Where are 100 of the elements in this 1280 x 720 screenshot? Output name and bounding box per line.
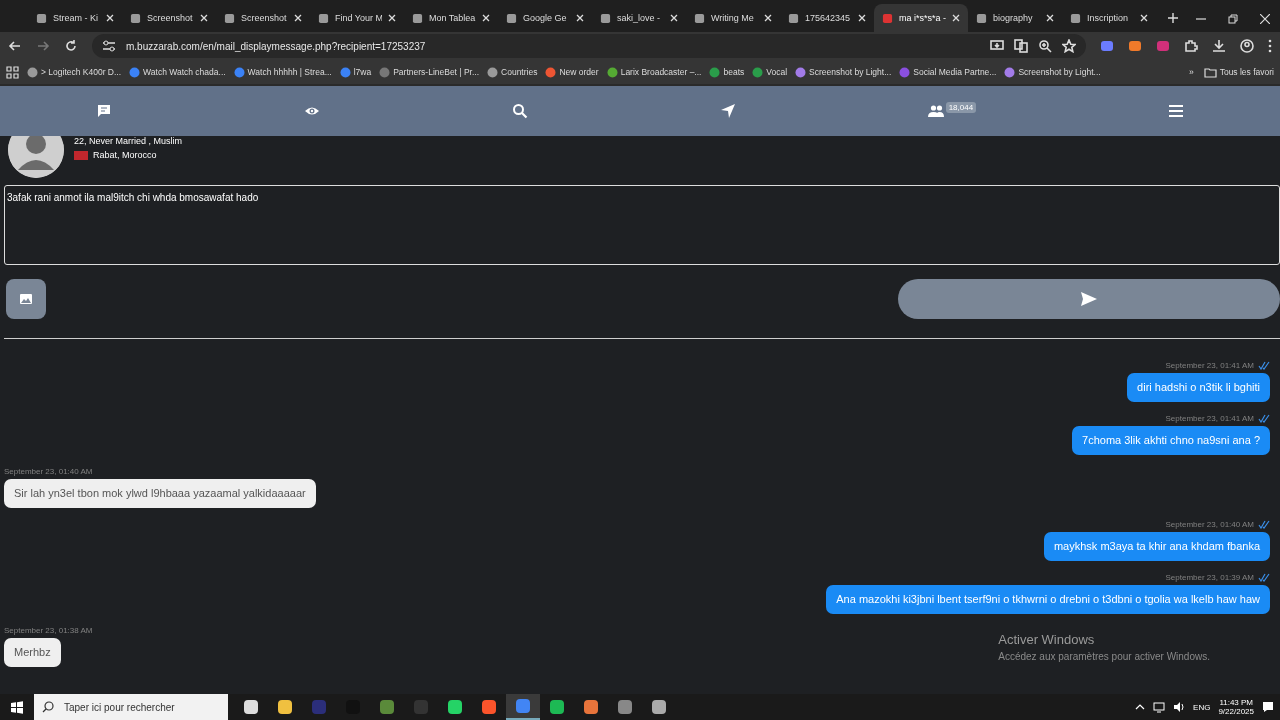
app-icon — [651, 699, 667, 715]
bookmark[interactable]: Vocal — [752, 66, 788, 78]
bookmark[interactable]: beats — [709, 66, 745, 78]
browser-tab[interactable]: Writing Me — [686, 4, 780, 32]
clock-date[interactable]: 9/22/2025 — [1218, 707, 1254, 716]
zoom-icon[interactable] — [1038, 39, 1052, 53]
close-icon[interactable] — [576, 14, 584, 22]
browser-tab[interactable]: Mon Tablea — [404, 4, 498, 32]
language-indicator[interactable]: ENG — [1193, 702, 1211, 712]
clock-time[interactable]: 11:43 PM — [1219, 698, 1254, 707]
close-icon[interactable] — [670, 14, 678, 22]
volume-icon[interactable] — [1173, 701, 1186, 713]
address-bar[interactable]: m.buzzarab.com/en/mail_displaymessage.php?recipient=17253237 — [92, 34, 1086, 58]
translate-icon[interactable] — [1014, 39, 1028, 53]
close-icon[interactable] — [1260, 14, 1270, 24]
search-icon[interactable] — [511, 103, 528, 119]
bookmark[interactable]: Screenshot by Light... — [1004, 66, 1101, 78]
avatar-silhouette — [8, 136, 64, 178]
install-icon[interactable] — [990, 39, 1004, 53]
close-icon[interactable] — [200, 14, 208, 22]
browser-tab[interactable]: Stream - Ki — [28, 4, 122, 32]
profile-icon[interactable] — [1240, 39, 1254, 53]
forward-icon[interactable] — [36, 39, 50, 53]
bookmark[interactable]: l7wa — [339, 66, 372, 78]
browser-tab[interactable]: Screenshot — [216, 4, 310, 32]
puzzle-icon[interactable] — [1184, 39, 1198, 53]
bookmark[interactable]: Screenshot by Light... — [795, 66, 892, 78]
bookmark[interactable]: Watch Watch chada... — [129, 66, 226, 78]
browser-tab[interactable]: saki_love - — [592, 4, 686, 32]
notification-icon[interactable] — [1262, 701, 1274, 713]
close-icon[interactable] — [106, 14, 114, 22]
site-icon — [129, 66, 141, 78]
site-icon — [36, 12, 47, 24]
apps-grid-icon[interactable] — [6, 65, 19, 79]
search-box[interactable]: Taper ici pour rechercher — [34, 694, 228, 720]
bookmark[interactable]: Partners-LineBet | Pr... — [379, 66, 480, 78]
bookmark[interactable]: Countries — [487, 66, 538, 78]
more-icon[interactable] — [1268, 39, 1272, 53]
close-icon[interactable] — [294, 14, 302, 22]
close-icon[interactable] — [952, 14, 960, 22]
windows-logo-icon[interactable] — [11, 700, 23, 714]
browser-tab[interactable]: Google Ge — [498, 4, 592, 32]
site-icon — [379, 66, 391, 78]
download-icon[interactable] — [1212, 39, 1226, 53]
restore-icon[interactable] — [1228, 14, 1238, 24]
browser-tab[interactable]: Inscription — [1062, 4, 1156, 32]
send-button[interactable] — [898, 279, 1280, 319]
site-settings-icon[interactable] — [102, 39, 116, 53]
back-icon[interactable] — [8, 39, 22, 53]
message-field[interactable]: 3afak rani anmot ila mal9itch chi whda bmosawafat hado — [4, 185, 1280, 265]
search-field[interactable]: Taper ici pour rechercher — [62, 700, 216, 714]
location-arrow-icon[interactable] — [719, 103, 736, 119]
star-icon[interactable] — [1062, 39, 1076, 53]
site-icon — [1004, 66, 1016, 78]
site-icon — [606, 66, 618, 78]
site-icon — [694, 12, 705, 24]
site-icon — [318, 12, 329, 24]
count-badge: 18,044 — [945, 101, 977, 113]
profile-details: 22, Never Married , Muslim — [74, 136, 183, 146]
caret-icon[interactable] — [1135, 703, 1146, 711]
browser-tab[interactable]: biography — [968, 4, 1062, 32]
message-time: September 23, 01:39 AM — [1165, 573, 1254, 582]
close-icon[interactable] — [764, 14, 772, 22]
app-icon — [583, 699, 599, 715]
close-icon[interactable] — [1140, 14, 1148, 22]
bookmark[interactable]: Social Media Partne... — [899, 66, 997, 78]
extension-icon[interactable] — [1100, 39, 1114, 53]
site-icon — [1070, 12, 1081, 24]
message-bubble: maykhsk m3aya ta khir ana khdam fbanka — [1043, 532, 1270, 561]
plus-icon[interactable] — [1168, 13, 1178, 23]
people-icon[interactable] — [927, 103, 944, 119]
browser-tab[interactable]: ma i*s*s*a - — [874, 4, 968, 32]
image-button[interactable] — [6, 279, 46, 319]
messages-icon[interactable] — [95, 103, 112, 119]
message-bubble: Sir lah yn3el tbon mok ylwd l9hbaaa yazaamal yalkidaaaaar — [4, 479, 316, 508]
browser-tab[interactable]: Find Your M — [310, 4, 404, 32]
close-icon[interactable] — [1046, 14, 1054, 22]
network-icon[interactable] — [1153, 701, 1166, 713]
bookmark[interactable]: > Logitech K400r D... — [27, 66, 122, 78]
close-icon[interactable] — [388, 14, 396, 22]
close-icon[interactable] — [482, 14, 490, 22]
message-time: September 23, 01:40 AM — [1165, 520, 1254, 529]
browser-tab[interactable]: 175642345 — [780, 4, 874, 32]
bookmark[interactable]: New order — [545, 66, 599, 78]
browser-tab[interactable]: Screenshot — [122, 4, 216, 32]
all-bookmarks-button[interactable]: Tous les favori — [1203, 65, 1274, 79]
bookmark[interactable]: Larix Broadcaster –... — [606, 66, 702, 78]
app-icon — [311, 699, 327, 715]
close-icon[interactable] — [858, 14, 866, 22]
site-icon — [709, 66, 721, 78]
bookmark[interactable]: Watch hhhhh | Strea... — [233, 66, 332, 78]
menu-icon[interactable] — [1168, 103, 1185, 119]
image-icon — [19, 292, 33, 306]
reload-icon[interactable] — [64, 39, 78, 53]
extension-icon[interactable] — [1128, 39, 1142, 53]
search-icon — [42, 701, 54, 713]
app-icon — [413, 699, 429, 715]
app-icon — [379, 699, 395, 715]
overflow-button[interactable]: » — [1188, 67, 1194, 77]
app-icon — [617, 699, 633, 715]
